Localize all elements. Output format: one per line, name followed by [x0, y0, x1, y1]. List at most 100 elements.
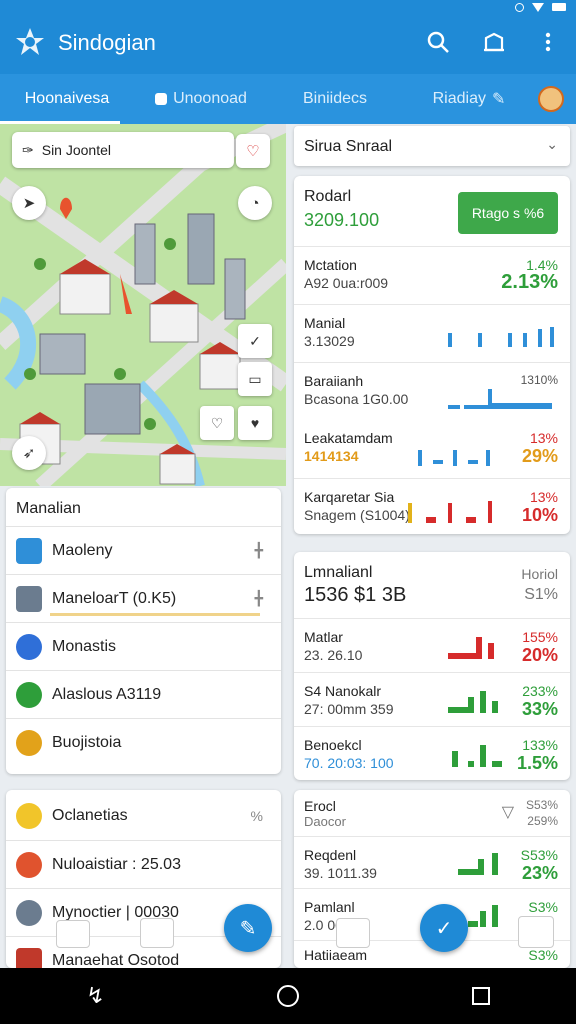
card-right-value: 259% — [527, 814, 558, 828]
calendar-icon[interactable] — [336, 918, 370, 948]
edit-fab[interactable]: ✎ — [224, 904, 272, 952]
row-big: 23% — [521, 863, 558, 883]
row-big: 1.5% — [516, 753, 558, 773]
card-title: Rodarl — [304, 188, 352, 205]
grid-icon[interactable] — [518, 916, 554, 948]
more-icon[interactable]: ╋ — [255, 542, 263, 559]
list-item[interactable]: Monastis — [6, 622, 281, 670]
map-compass-button[interactable]: ◔ — [238, 186, 272, 220]
row-pct: 233% — [522, 683, 558, 699]
row-pct: 13% — [529, 489, 558, 505]
map-alert-button[interactable]: ♡ — [236, 134, 270, 168]
row-label: Reqdenl — [304, 847, 357, 863]
filter-icon[interactable]: ▽ — [502, 802, 514, 822]
map-favorite-button[interactable]: ♡ — [200, 406, 234, 440]
row-label: Baraiianh — [304, 373, 364, 389]
list-item-label: Manaehat Osotod — [52, 951, 180, 969]
map-directions-button[interactable]: ➤ — [12, 186, 46, 220]
system-nav-bar: ↯ — [0, 968, 576, 1024]
tab-hoonaivesa[interactable]: Hoonaivesa — [0, 74, 134, 124]
row-pct: 133% — [522, 737, 558, 753]
map-view[interactable]: ✑ Sin Joontel ♡ ➤ ◔ ✓ ▭ ♡ ♥ ➶ — [0, 124, 286, 486]
tab-biniidecs[interactable]: Biniidecs — [268, 74, 402, 124]
row-sub: 27: 00mm 359 — [304, 701, 394, 717]
list-item-label: Buojistoia — [52, 733, 122, 751]
row-label: Manial — [304, 315, 346, 331]
map-search-field[interactable]: ✑ Sin Joontel — [12, 132, 234, 168]
row-sub: 23. 26.10 — [304, 647, 363, 663]
row-pct: 155% — [522, 629, 558, 645]
row-big: 33% — [521, 699, 558, 719]
row-pct: S53% — [520, 847, 558, 863]
app-title: Sindogian — [58, 30, 156, 55]
map-like-button[interactable]: ♥ — [238, 406, 272, 440]
percent-icon[interactable]: % — [251, 808, 263, 824]
list-item[interactable]: Nuloaistiar : 25.03 — [6, 840, 281, 888]
card-right-value: S1% — [524, 586, 558, 603]
row-label: Benoekcl — [304, 737, 362, 753]
pencil-icon: ✎ — [491, 91, 506, 108]
row-pct: 13% — [529, 430, 558, 446]
bar-sparkline — [418, 450, 490, 466]
more-vert-icon[interactable] — [536, 30, 560, 54]
row-big: 10% — [521, 505, 558, 525]
bookmark-icon[interactable] — [482, 30, 506, 54]
list-item-label: Alaslous A3119 — [52, 685, 162, 703]
stat-row[interactable]: Manial 3.13029 — [294, 304, 570, 362]
list-item[interactable]: Buojistoia — [6, 718, 281, 766]
app-bar: Sindogian — [0, 0, 576, 74]
row-sub: 70. 20:03: 100 — [304, 755, 394, 771]
row-big: 2.13% — [501, 271, 558, 293]
bar-sparkline — [448, 637, 494, 659]
row-big: 29% — [521, 446, 558, 466]
target-icon — [16, 851, 42, 878]
gallery-icon — [16, 537, 42, 564]
stat-row[interactable]: Mctation A92 0ua:r009 1.4% 2.13% — [294, 246, 570, 304]
document-icon[interactable] — [140, 918, 174, 948]
list-item[interactable]: Maoleny ╋ — [6, 526, 281, 574]
avatar[interactable] — [538, 86, 564, 112]
list-item[interactable]: ManeloarT (0.K5) ╋ — [6, 574, 281, 622]
list-title: Manalian — [16, 500, 81, 517]
row-label: Hatiiaeam — [304, 947, 368, 963]
list-item[interactable]: Alaslous A3119 — [6, 670, 281, 718]
list-item[interactable]: Oclanetias % — [6, 792, 281, 840]
primary-action-button[interactable]: Rtago s %6 — [458, 192, 558, 234]
confirm-fab[interactable]: ✓ — [420, 904, 468, 952]
map-layers-button[interactable]: ▭ — [238, 362, 272, 396]
row-label: Matlar — [304, 629, 343, 645]
laptop-icon[interactable] — [56, 920, 90, 948]
stat-row[interactable]: Benoekcl 70. 20:03: 100 133% 1.5% — [294, 726, 570, 780]
bar-sparkline — [452, 745, 502, 767]
bar-sparkline — [448, 691, 498, 713]
list-item-label: Nuloaistiar : 25.03 — [52, 855, 181, 873]
row-label: Karqaretar Sia — [304, 489, 395, 505]
wifi-icon — [532, 2, 544, 12]
recents-icon[interactable] — [471, 987, 490, 1005]
stat-row[interactable]: S4 Nanokalr 27: 00mm 359 233% 33% — [294, 672, 570, 726]
row-pct: S3% — [528, 899, 558, 915]
stat-row[interactable]: Karqaretar Sia Snagem (S1004) 13% 10% — [294, 478, 570, 534]
lock-icon — [155, 93, 168, 105]
card-value: 3209.100 — [304, 210, 380, 230]
stat-row[interactable]: Reqdenl 39. 1011.39 S53% 23% — [294, 836, 570, 888]
signal-icon — [515, 2, 524, 12]
more-icon[interactable]: ╋ — [255, 590, 263, 607]
series-dropdown[interactable]: Sirua Snraal ⌄ — [294, 126, 570, 166]
pin-icon — [16, 899, 42, 926]
home-icon[interactable] — [277, 985, 300, 1007]
row-sub: 39. 1011.39 — [304, 865, 377, 881]
stat-row[interactable]: Baraiianh Bcasona 1G0.00 1310% — [294, 362, 570, 420]
bar-sparkline — [448, 389, 552, 409]
button-label: Rtago s %6 — [471, 205, 545, 221]
progress-underline — [50, 613, 260, 616]
map-route-button[interactable]: ✓ — [238, 324, 272, 358]
back-icon[interactable]: ↯ — [86, 983, 104, 1009]
stat-row[interactable]: Leakatamdam 1414134 13% 29% — [294, 420, 570, 478]
tab-unoonoad[interactable]: Unoonoad — [134, 74, 268, 124]
list-item-label: Monastis — [52, 637, 117, 655]
search-icon[interactable] — [426, 30, 450, 54]
coin-icon — [16, 729, 42, 756]
map-locate-button[interactable]: ➶ — [12, 436, 46, 470]
stat-row[interactable]: Matlar 23. 26.10 155% 20% — [294, 618, 570, 672]
